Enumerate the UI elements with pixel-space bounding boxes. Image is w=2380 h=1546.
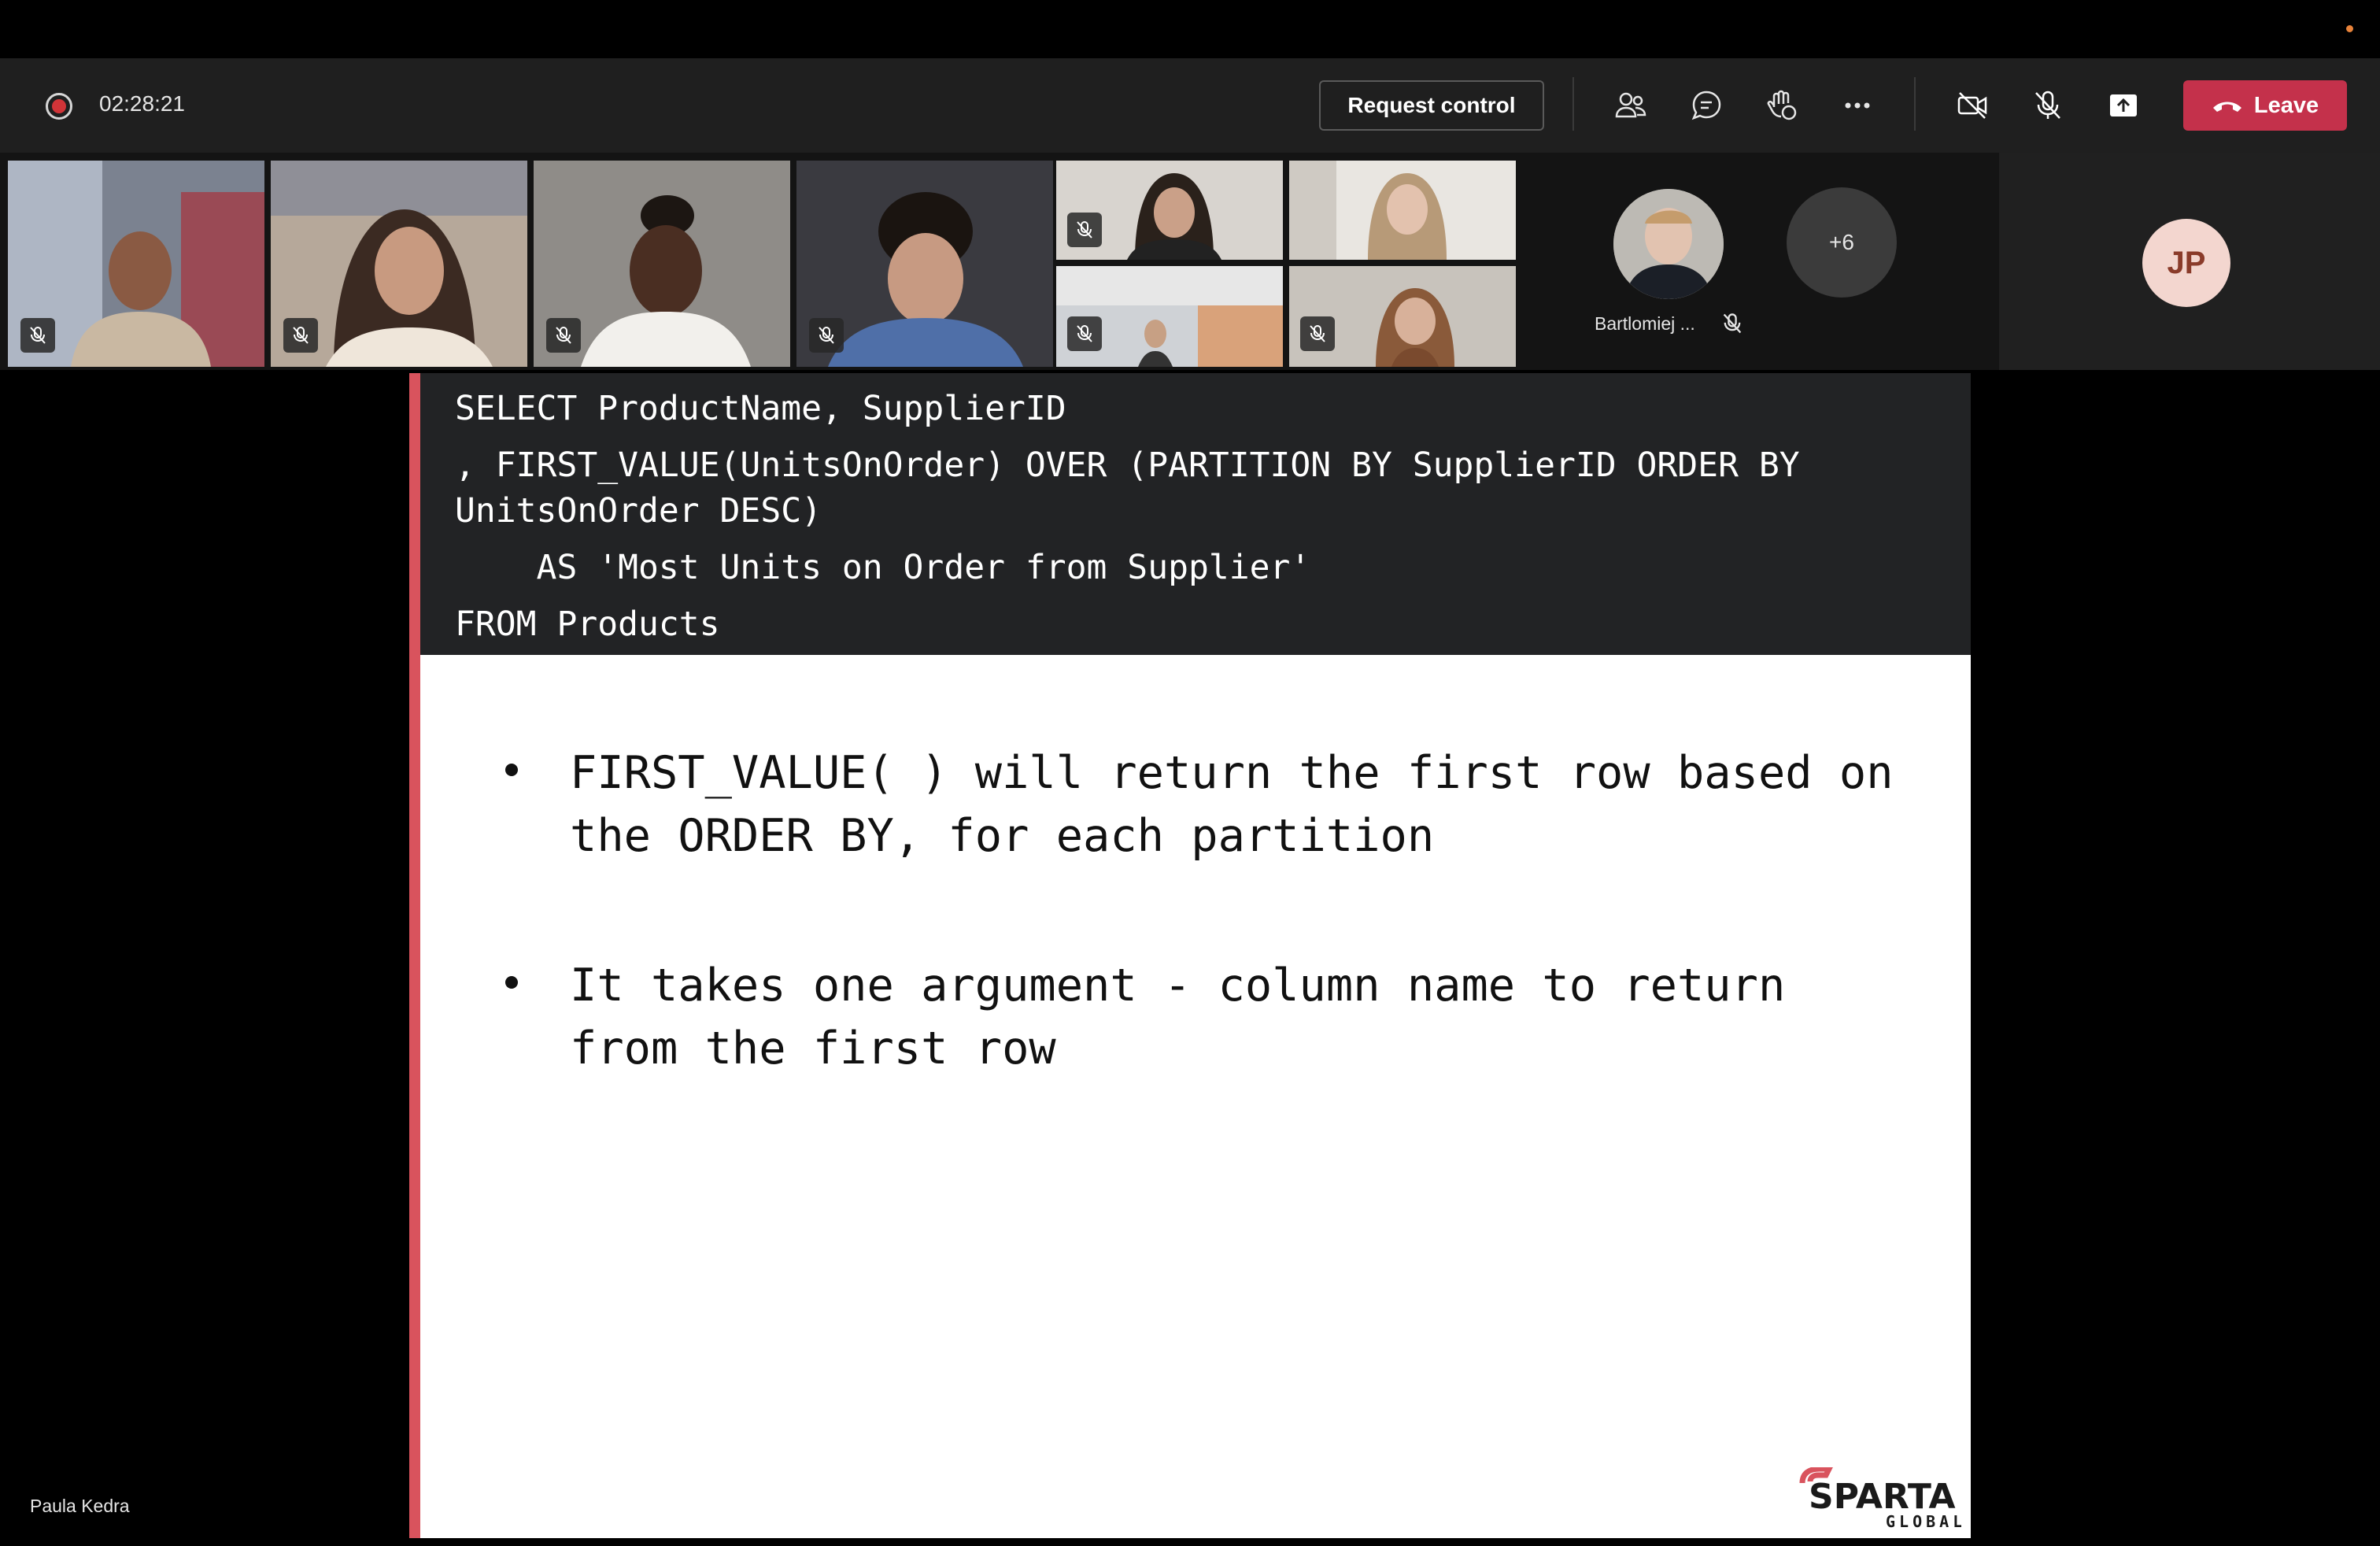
more-icon[interactable] [1837,85,1878,126]
mic-off-icon [1067,213,1102,247]
leave-button[interactable]: Leave [2183,80,2347,131]
camera-off-icon[interactable] [1952,85,1993,126]
mic-off-icon [20,318,55,353]
code-line: AS 'Most Units on Order from Supplier' [455,548,1311,587]
slide-body: FIRST_VALUE( ) will return the first row… [420,655,1971,1538]
code-line: , FIRST_VALUE(UnitsOnOrder) OVER (PARTIT… [455,446,1800,485]
bullet-text-line: from the first row [570,1023,1056,1074]
window-top-bar [0,0,2380,58]
participant-video[interactable] [1056,161,1283,260]
people-icon[interactable] [1610,85,1651,126]
chat-icon[interactable] [1686,85,1727,126]
phone-hangup-icon [2212,102,2241,112]
participant-video[interactable] [534,161,790,367]
raise-hand-icon[interactable] [1761,85,1802,126]
mic-off-icon [1723,313,1742,334]
leave-label: Leave [2253,92,2319,118]
notification-dot [2346,25,2353,32]
slide-accent-bar [409,373,420,1538]
participant-video[interactable] [271,161,527,367]
bullet-text-line: FIRST_VALUE( ) will return the first row… [570,747,1894,799]
svg-text:GLOBAL: GLOBAL [1886,1512,1961,1530]
mic-off-icon [1067,316,1102,351]
participant-name: Bartlomiej ... [1595,313,1695,334]
call-timer: 02:28:21 [99,91,185,116]
sparta-global-logo: SPARTA GLOBAL [1799,1467,1961,1530]
code-line: FROM Products [455,605,720,644]
mic-off-icon[interactable] [2027,85,2068,126]
code-block: SELECT ProductName, SupplierID , FIRST_V… [420,373,1971,655]
mic-off-icon [809,318,844,353]
mic-off-icon [1300,316,1335,351]
svg-text:SPARTA: SPARTA [1809,1477,1956,1517]
participant-video[interactable] [796,161,1053,367]
more-participants-button[interactable]: +6 [1787,187,1897,298]
code-line: UnitsOnOrder DESC) [455,491,822,531]
bullet-dot [505,976,518,989]
participant-video[interactable] [1056,266,1283,367]
toolbar-divider [1914,77,1916,131]
mic-off-icon [546,318,581,353]
bullet-text-line: It takes one argument - column name to r… [570,960,1786,1012]
participant-video[interactable] [1289,266,1516,367]
toolbar-divider [1572,77,1574,131]
recording-icon [46,93,72,120]
participant-avatar[interactable] [1613,189,1724,299]
initials-avatar: JP [2142,219,2230,307]
bullet-dot [505,764,518,776]
bullet-text-line: the ORDER BY, for each partition [570,810,1435,862]
mic-off-icon [283,318,318,353]
participant-video-active-speaker[interactable] [1289,161,1516,260]
code-line: SELECT ProductName, SupplierID [455,389,1066,428]
request-control-button[interactable]: Request control [1319,80,1544,131]
meeting-toolbar [0,58,2380,153]
share-tray-icon[interactable] [2103,85,2144,126]
presenter-name: Paula Kedra [30,1496,130,1516]
participant-video[interactable] [8,161,264,367]
